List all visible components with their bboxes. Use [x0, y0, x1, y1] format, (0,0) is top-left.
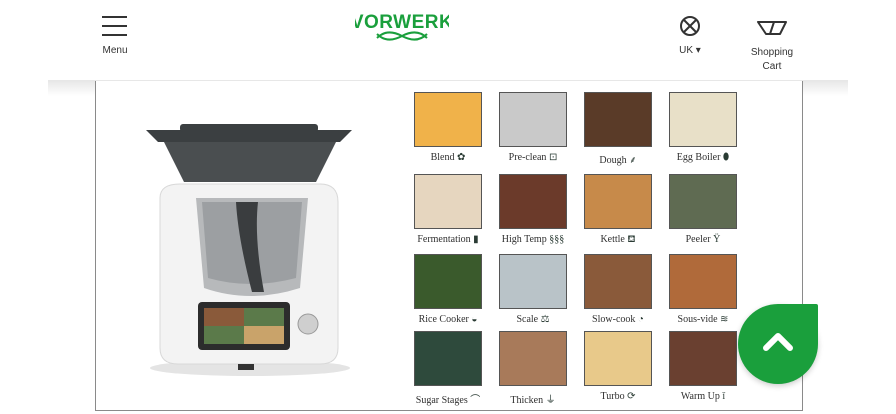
- thermomix-image: [146, 124, 352, 376]
- rice-cooker-photo: [414, 254, 482, 309]
- blend-icon: ✿: [457, 152, 466, 163]
- tile-label: Rice Cooker ◒: [418, 314, 478, 325]
- egg-boiler-photo: [669, 92, 737, 147]
- pre-clean-photo: [499, 92, 567, 147]
- tile-label: Sous-vide ≋: [677, 314, 729, 325]
- site-header: Menu VORWERK UK ▾ Shopping Cart: [0, 0, 896, 80]
- warm-up-icon: ǐ: [722, 391, 726, 402]
- egg-boiler-icon: ⬮: [722, 152, 730, 163]
- tile-label: Thicken ⏚: [510, 395, 556, 406]
- tile-label: Blend ✿: [430, 152, 466, 163]
- tile-label: Slow-cook ◔: [592, 314, 644, 325]
- cart-label-line2: Cart: [762, 61, 782, 72]
- sous-vide-photo: [669, 254, 737, 309]
- scale-icon: ⚖: [540, 314, 550, 325]
- slow-cook-photo: [584, 254, 652, 309]
- tile-label: Fermentation ▮: [417, 234, 479, 245]
- vorwerk-logo[interactable]: VORWERK: [351, 8, 453, 46]
- sous-vide-icon: ≋: [720, 314, 729, 325]
- high-temp-photo: [499, 174, 567, 229]
- vorwerk-logo-mark: VORWERK: [351, 12, 453, 41]
- tile-label: Egg Boiler ⬮: [676, 152, 730, 163]
- turbo-photo: [584, 331, 652, 386]
- tile-label: Kettle ⛾: [600, 234, 636, 245]
- high-temp-icon: §§§: [549, 234, 565, 245]
- peeler-photo: [669, 174, 737, 229]
- tile-label: Peeler Ÿ: [685, 234, 721, 245]
- scroll-to-top-button[interactable]: [738, 304, 818, 384]
- tile-label: Pre-clean ⊡: [508, 152, 558, 163]
- globe-icon: [680, 16, 700, 36]
- blend-photo: [414, 92, 482, 147]
- menu-button[interactable]: Menu: [96, 14, 134, 58]
- sugar-stages-photo: [414, 331, 482, 386]
- menu-label: Menu: [102, 45, 128, 56]
- tile-label: Warm Up ǐ: [680, 391, 726, 402]
- dough-photo: [584, 92, 652, 147]
- tile-label: Sugar Stages ⌒: [415, 395, 481, 406]
- kettle-icon: ⛾: [627, 234, 636, 245]
- mode-grid: Blend ✿ Pre-clean ⊡ Dough ⸙ Egg Boiler ⬮…: [408, 90, 748, 408]
- cart-label-line1: Shopping: [750, 47, 794, 58]
- country-selector[interactable]: UK ▾: [672, 14, 708, 58]
- kettle-photo: [584, 174, 652, 229]
- cart-icon: [757, 21, 787, 35]
- shopping-cart-button[interactable]: Shopping Cart: [744, 14, 800, 76]
- scale-photo: [499, 254, 567, 309]
- chevron-up-icon: [763, 333, 793, 351]
- fermentation-photo: [414, 174, 482, 229]
- country-label: UK ▾: [679, 45, 701, 56]
- tile-label: High Temp §§§: [501, 234, 565, 245]
- tile-label: Scale ⚖: [516, 314, 550, 325]
- svg-text:VORWERK: VORWERK: [355, 12, 449, 33]
- tile-label: Turbo ⟳: [600, 391, 636, 402]
- rice-cooker-icon: ◒: [471, 314, 478, 325]
- slow-cook-icon: ◔: [637, 314, 644, 325]
- turbo-icon: ⟳: [627, 391, 636, 402]
- thicken-photo: [499, 331, 567, 386]
- fermentation-icon: ▮: [473, 234, 479, 245]
- cart-label: Shopping Cart: [744, 46, 800, 74]
- thicken-icon: ⏚: [545, 395, 556, 406]
- tile-label: Dough ⸙: [599, 155, 637, 166]
- sugar-stages-icon: ⌒: [470, 395, 481, 406]
- pre-clean-icon: ⊡: [548, 152, 558, 163]
- peeler-icon: Ÿ: [713, 234, 721, 245]
- dough-icon: ⸙: [629, 155, 637, 166]
- warm-up-photo: [669, 331, 737, 386]
